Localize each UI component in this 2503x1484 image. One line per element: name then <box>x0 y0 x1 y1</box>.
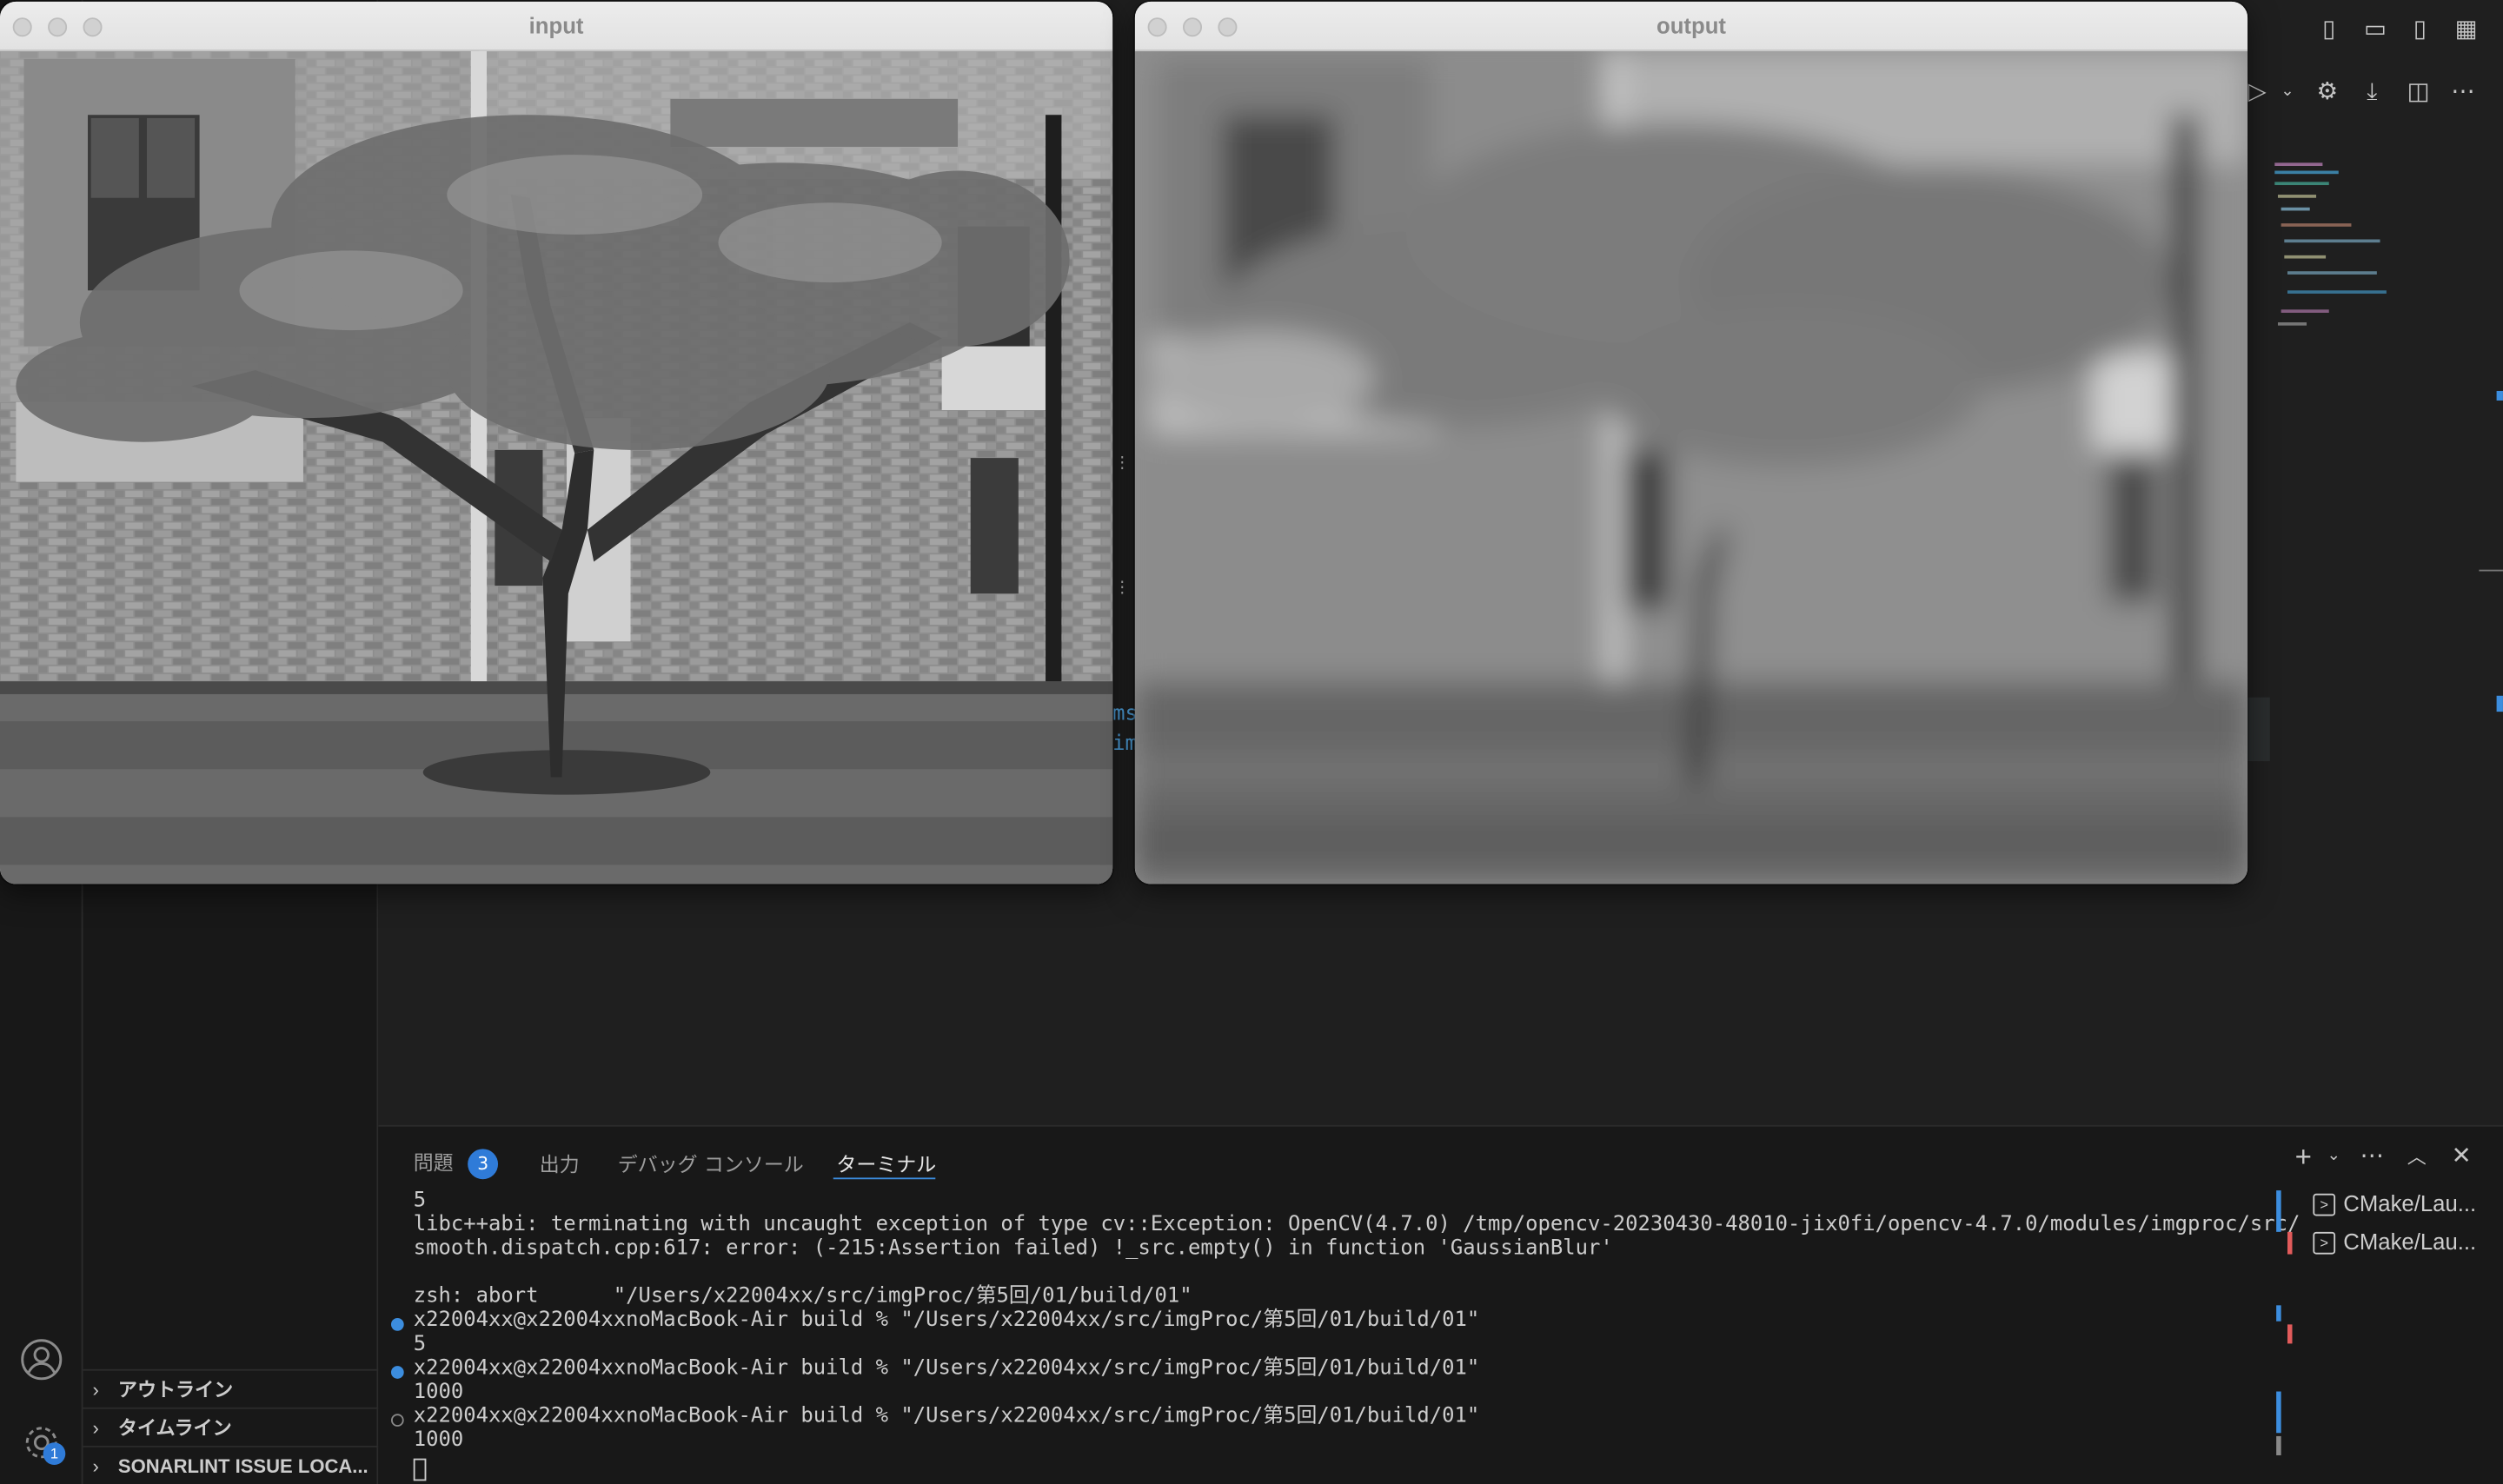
input-window[interactable]: input <box>0 1 1113 884</box>
editor-fragment-1: ms <box>1112 702 1138 726</box>
manage-gear-icon[interactable]: 1 <box>19 1421 66 1465</box>
sidebar-section-outline[interactable]: › アウトライン <box>83 1368 379 1408</box>
command-decoration-icon[interactable] <box>390 1414 404 1427</box>
customize-layout-icon[interactable]: ▦ <box>2448 13 2483 48</box>
tab-output[interactable]: 出力 <box>540 1148 580 1178</box>
terminal-cursor <box>413 1458 427 1481</box>
terminal-line: zsh: abort "/Users/x22004xx/src/imgProc/… <box>413 1284 1192 1309</box>
problems-count-badge: 3 <box>468 1149 499 1180</box>
download-icon[interactable]: ⤓ <box>2354 75 2389 109</box>
terminal-line: 5 <box>413 1189 427 1213</box>
window-titlebar[interactable]: output <box>1134 1 2248 51</box>
terminal-line: 1000 <box>413 1428 464 1453</box>
tab-debug-console[interactable]: デバッグ コンソール <box>618 1148 804 1178</box>
toggle-primary-sidebar-icon[interactable]: ▯ <box>2312 13 2347 48</box>
split-editor-icon[interactable]: ◫ <box>2400 75 2435 109</box>
gear-icon[interactable]: ⚙ <box>2310 75 2345 109</box>
output-window[interactable]: output <box>1134 1 2248 884</box>
account-icon[interactable] <box>19 1337 63 1381</box>
scrollbar-marker <box>2496 390 2503 401</box>
maximize-panel-icon[interactable]: ︿ <box>2400 1139 2434 1174</box>
output-image <box>1134 50 2248 884</box>
terminal-icon: > <box>2313 1194 2336 1217</box>
sidebar-section-timeline[interactable]: › タイムライン <box>83 1407 379 1446</box>
tab-terminal[interactable]: ターミナル <box>836 1148 936 1178</box>
active-tab-underline <box>833 1177 936 1180</box>
terminal-line: libc++abi: terminating with uncaught exc… <box>413 1212 2301 1237</box>
editor-fragment-2: im <box>1112 732 1138 757</box>
scrollbar-marker <box>2496 695 2503 712</box>
chevron-right-icon: › <box>92 1378 99 1401</box>
terminal-instance[interactable]: > CMake/Lau... <box>2313 1190 2496 1222</box>
chevron-down-icon[interactable]: ⌄ <box>2270 75 2305 109</box>
command-decoration-icon[interactable] <box>390 1318 404 1331</box>
editor-line-highlight <box>2247 697 2270 762</box>
terminal-instance[interactable]: > CMake/Lau... <box>2313 1229 2496 1261</box>
more-actions-icon[interactable]: ⋯ <box>2446 75 2480 109</box>
command-decoration-icon[interactable] <box>390 1366 404 1379</box>
more-actions-icon[interactable]: ⋯ <box>2354 1139 2389 1174</box>
toggle-panel-icon[interactable]: ▭ <box>2358 13 2393 48</box>
terminal-scrollbar[interactable] <box>2274 1187 2294 1484</box>
scrollbar-marker <box>2479 569 2503 572</box>
chevron-right-icon: › <box>92 1416 99 1440</box>
terminal-line: 5 <box>413 1332 427 1357</box>
window-title: input <box>528 12 584 39</box>
terminal-icon: > <box>2313 1232 2336 1255</box>
close-panel-icon[interactable]: ✕ <box>2444 1139 2479 1174</box>
chevron-down-icon[interactable]: ⌄ <box>2316 1139 2351 1174</box>
window-titlebar[interactable]: input <box>0 1 1113 51</box>
sidebar-section-sonarlint[interactable]: › SONARLINT ISSUE LOCA... <box>83 1445 379 1484</box>
terminal-line: x22004xx@x22004xxnoMacBook-Air build % "… <box>413 1404 1480 1428</box>
window-title: output <box>1656 12 1726 39</box>
chevron-right-icon: › <box>92 1454 99 1478</box>
settings-badge: 1 <box>43 1442 66 1465</box>
bottom-panel: 問題 3 出力 デバッグ コンソール ターミナル + ⌄ ⋯ ︿ ✕ 5 libc… <box>378 1124 2503 1484</box>
terminal[interactable]: 5 libc++abi: terminating with uncaught e… <box>378 1187 2300 1484</box>
terminal-line: x22004xx@x22004xxnoMacBook-Air build % "… <box>413 1356 1480 1381</box>
terminal-line: smooth.dispatch.cpp:617: error: (-215:As… <box>413 1236 1613 1261</box>
toggle-secondary-sidebar-icon[interactable]: ▯ <box>2402 13 2437 48</box>
tab-problems[interactable]: 問題 3 <box>414 1146 499 1180</box>
terminal-line: 1000 <box>413 1380 464 1405</box>
minimap[interactable] <box>2274 156 2402 348</box>
terminal-line: x22004xx@x22004xxnoMacBook-Air build % "… <box>413 1308 1480 1333</box>
input-image <box>0 50 1113 884</box>
